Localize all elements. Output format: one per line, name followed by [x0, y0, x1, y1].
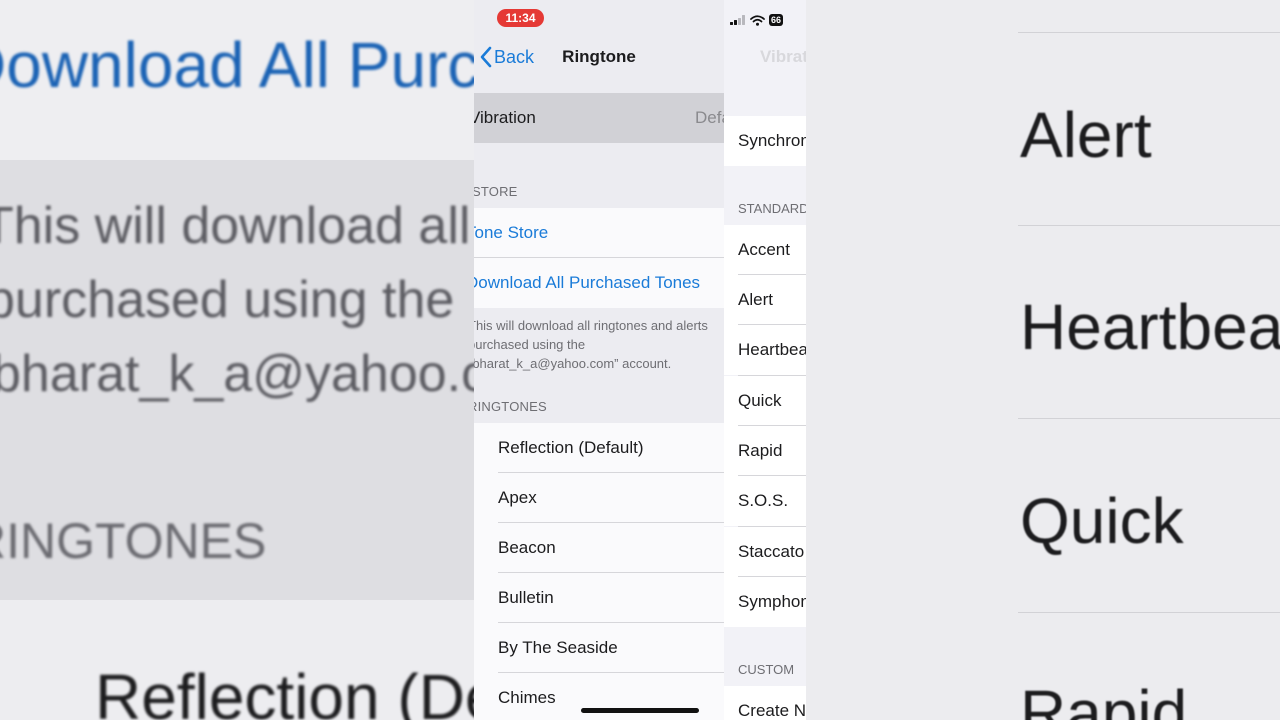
vibration-row[interactable]: Vibration Default [474, 93, 724, 143]
store-footnote: This will download all ringtones and ale… [474, 318, 708, 371]
ringtone-label: Reflection (Default) [498, 438, 644, 457]
ringtone-item[interactable]: Apex [474, 473, 724, 523]
ringtone-label: Apex [498, 488, 537, 507]
vibration-item[interactable]: Accent [724, 225, 806, 275]
ringtone-item[interactable]: Beacon [474, 523, 724, 573]
vibration-item-label: Heartbeat [738, 340, 806, 359]
tone-store-link: Tone Store [474, 223, 549, 242]
ringtones-section-header: RINGTONES [474, 399, 547, 414]
bg-right-item: Heartbeat [1020, 291, 1280, 363]
vibration-value: Default [695, 108, 724, 127]
page-title: Ringtone [562, 47, 636, 66]
bg-footnote-line-3: bharat_k_a@yahoo.com” account. [0, 345, 474, 403]
ringtone-item[interactable]: Bulletin [474, 573, 724, 623]
vibrations-pane: 66 Vibrations Synchronized STANDARD Acce… [724, 0, 806, 720]
vibration-item[interactable]: Quick [724, 376, 806, 426]
ringtone-pane: 11:34 Back Ringtone Vibration Default ST… [474, 0, 724, 720]
create-new-vibration-label: Create New Vibration [738, 701, 806, 720]
vibration-item[interactable]: Alert [724, 275, 806, 325]
vibration-item-label: Accent [738, 240, 790, 259]
bg-right-sep [1018, 225, 1280, 226]
create-new-vibration-row[interactable]: Create New Vibration [724, 686, 806, 720]
vibration-item-label: Quick [738, 391, 782, 410]
navigation-bar: Back Ringtone [474, 30, 724, 86]
vibration-item-label: Staccato [738, 542, 805, 561]
vibration-item[interactable]: Heartbeat [724, 325, 806, 375]
standard-section-header: STANDARD [738, 201, 806, 216]
phone-screen: 11:34 Back Ringtone Vibration Default ST… [474, 0, 806, 720]
wifi-icon [750, 14, 765, 26]
synchronized-label: Synchronized [738, 131, 806, 150]
vibration-item[interactable]: Rapid [724, 426, 806, 476]
bg-right-sep [1018, 612, 1280, 613]
bg-right-item: Quick [1020, 485, 1184, 557]
vibration-item[interactable]: S.O.S. [724, 476, 806, 526]
download-all-row[interactable]: Download All Purchased Tones [474, 258, 724, 308]
vibration-item-label: Alert [738, 290, 773, 309]
vibration-item[interactable]: Symphony [724, 577, 806, 627]
bg-right-sep [1018, 418, 1280, 419]
vibrations-title: Vibrations [760, 47, 806, 66]
bg-right-sep [1018, 32, 1280, 33]
download-all-link: Download All Purchased Tones [474, 273, 701, 292]
bg-first-item: Reflection (Default) [95, 661, 474, 720]
ringtone-item[interactable]: Reflection (Default) [474, 423, 724, 473]
vibration-item-label: Rapid [738, 441, 783, 460]
bg-ringtones-header: RINGTONES [0, 513, 267, 569]
background-right-zoom: Alert Heartbeat Quick Rapid [806, 0, 1280, 720]
tone-store-row[interactable]: Tone Store [474, 208, 724, 258]
bg-download-text: Download All Purchased Tones [0, 29, 474, 101]
synchronized-row[interactable]: Synchronized [724, 116, 806, 166]
home-indicator[interactable] [581, 708, 699, 713]
bg-right-item: Rapid [1020, 677, 1188, 720]
vibration-item-label: Symphony [738, 592, 806, 611]
status-icons: 66 [730, 14, 784, 26]
custom-section-header: CUSTOM [738, 662, 795, 677]
ringtone-label: Bulletin [498, 588, 554, 607]
bg-footnote-line-2: purchased using the [0, 271, 455, 329]
vibration-item[interactable]: Staccato [724, 527, 806, 577]
vibration-label: Vibration [474, 108, 536, 127]
cellular-signal-icon [730, 15, 745, 25]
ringtone-label: By The Seaside [498, 638, 618, 657]
store-section-header: STORE [474, 184, 518, 199]
ringtone-label: Chimes [498, 688, 556, 707]
vibration-item-label: S.O.S. [738, 491, 789, 510]
battery-icon: 66 [769, 14, 784, 26]
status-time-pill: 11:34 [497, 9, 544, 27]
background-left-zoom: Download All Purchased Tones This will d… [0, 0, 474, 720]
ringtone-label: Beacon [498, 538, 556, 557]
bg-right-item: Alert [1020, 99, 1152, 171]
ringtone-item[interactable]: By The Seaside [474, 623, 724, 673]
bg-footnote-line-1: This will download all ringtones and ale… [0, 197, 474, 255]
